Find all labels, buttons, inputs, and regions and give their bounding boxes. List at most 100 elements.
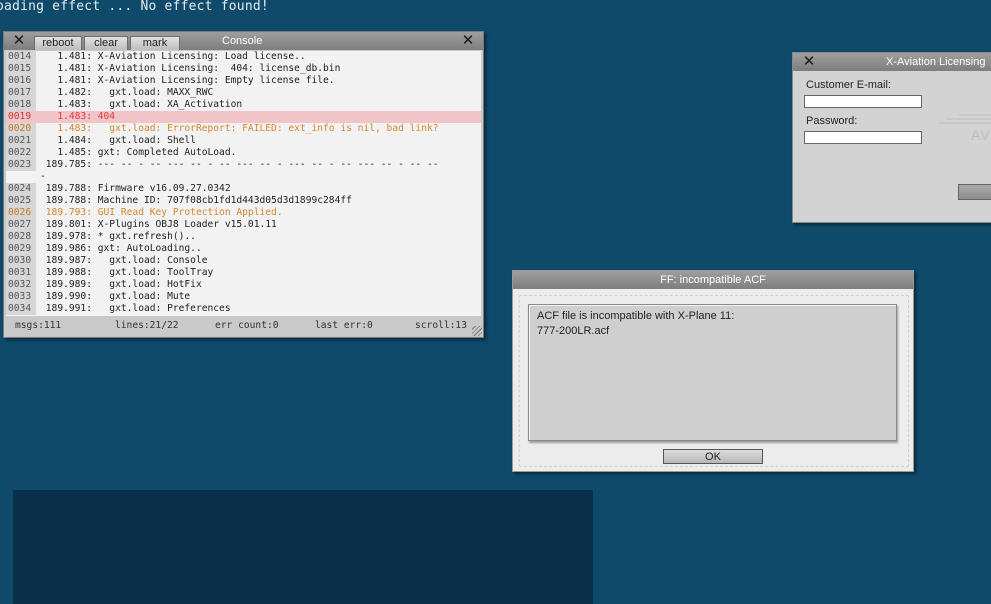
line-number: 0019 xyxy=(6,111,36,123)
log-text: 1.483: gxt.load: ErrorReport: FAILED: ex… xyxy=(40,123,439,134)
console-log[interactable]: 0014 1.481: X-Aviation Licensing: Load l… xyxy=(6,51,481,316)
log-text: 189.793: GUI Read Key Protection Applied… xyxy=(40,207,283,218)
line-number: 0021 xyxy=(6,135,36,147)
password-field[interactable] xyxy=(804,131,922,144)
log-row: 0019 1.483: 404 xyxy=(6,111,481,123)
log-row: 0015 1.481: X-Aviation Licensing: 404: l… xyxy=(6,63,481,75)
log-row: 0028 189.978: * gxt.refresh().. xyxy=(6,231,481,243)
licensing-titlebar[interactable]: ✕ X-Aviation Licensing xyxy=(793,53,991,71)
log-text: 189.987: gxt.load: Console xyxy=(40,255,208,266)
log-row: 0023 189.785: --- -- - -- --- -- - -- --… xyxy=(6,159,481,171)
line-number: 0022 xyxy=(6,147,36,159)
submit-button[interactable] xyxy=(958,184,991,200)
console-statusbar: msgs:111 lines:21/22 err count:0 last er… xyxy=(4,317,483,337)
log-row: 0026 189.793: GUI Read Key Protection Ap… xyxy=(6,207,481,219)
line-number: 0028 xyxy=(6,231,36,243)
reboot-button[interactable]: reboot xyxy=(34,36,82,50)
log-text: 1.483: gxt.load: XA_Activation xyxy=(40,99,243,110)
resize-grip[interactable] xyxy=(472,326,482,336)
clear-button[interactable]: clear xyxy=(84,36,128,50)
log-text: 189.988: gxt.load: ToolTray xyxy=(40,267,214,278)
line-number: 0014 xyxy=(6,51,36,63)
log-row: 0027 189.801: X-Plugins OBJ8 Loader v15.… xyxy=(6,219,481,231)
log-text: 189.785: --- -- - -- --- -- - -- --- -- … xyxy=(40,159,439,170)
log-row: 0022 1.485: gxt: Completed AutoLoad. xyxy=(6,147,481,159)
console-title: Console xyxy=(222,35,263,47)
console-window[interactable]: ✕ reboot clear mark Console ✕ 0014 1.481… xyxy=(3,31,484,338)
line-number: 0027 xyxy=(6,219,36,231)
dialog-titlebar[interactable]: FF: incompatible ACF xyxy=(513,271,913,289)
scroll-position: scroll:13 xyxy=(415,320,467,331)
log-row: 0016 1.481: X-Aviation Licensing: Empty … xyxy=(6,75,481,87)
line-number: 0024 xyxy=(6,183,36,195)
line-number: 0020 xyxy=(6,123,36,135)
line-number: 0032 xyxy=(6,279,36,291)
line-number: 0030 xyxy=(6,255,36,267)
lines-count: lines:21/22 xyxy=(115,320,179,331)
message-box: ACF file is incompatible with X-Plane 11… xyxy=(528,304,897,441)
ok-button[interactable]: OK xyxy=(663,449,763,464)
log-row: - xyxy=(6,171,481,183)
log-row: 0017 1.482: gxt.load: MAXX_RWC xyxy=(6,87,481,99)
log-text: 189.986: gxt: AutoLoading.. xyxy=(40,243,202,254)
log-row: 0030 189.987: gxt.load: Console xyxy=(6,255,481,267)
mark-button[interactable]: mark xyxy=(130,36,180,50)
log-text: 189.990: gxt.load: Mute xyxy=(40,291,191,302)
log-text: 189.978: * gxt.refresh().. xyxy=(40,231,196,242)
log-row: 0032 189.989: gxt.load: HotFix xyxy=(6,279,481,291)
log-row: 0021 1.484: gxt.load: Shell xyxy=(6,135,481,147)
log-text: 1.484: gxt.load: Shell xyxy=(40,135,196,146)
line-number: 0025 xyxy=(6,195,36,207)
message-line: ACF file is incompatible with X-Plane 11… xyxy=(537,310,735,322)
log-row: 0014 1.481: X-Aviation Licensing: Load l… xyxy=(6,51,481,63)
message-filename: 777-200LR.acf xyxy=(537,325,610,337)
line-number: 0033 xyxy=(6,291,36,303)
close-icon[interactable]: ✕ xyxy=(10,32,28,50)
licensing-window[interactable]: ✕ X-Aviation Licensing Customer E-mail: … xyxy=(792,52,991,223)
background-panel xyxy=(13,490,593,604)
dialog-title: FF: incompatible ACF xyxy=(660,274,766,286)
log-row: 0025 189.788: Machine ID: 707f08cb1fd1d4… xyxy=(6,195,481,207)
log-row: 0018 1.483: gxt.load: XA_Activation xyxy=(6,99,481,111)
log-text: 189.801: X-Plugins OBJ8 Loader v15.01.11 xyxy=(40,219,277,230)
log-text: 189.788: Firmware v16.09.27.0342 xyxy=(40,183,231,194)
log-text: 1.482: gxt.load: MAXX_RWC xyxy=(40,87,214,98)
log-text: 1.481: X-Aviation Licensing: Empty licen… xyxy=(40,75,335,86)
line-number: 0029 xyxy=(6,243,36,255)
log-text: 189.788: Machine ID: 707f08cb1fd1d443d05… xyxy=(40,195,352,206)
msgs-count: msgs:111 xyxy=(15,320,62,331)
log-row: 0024 189.788: Firmware v16.09.27.0342 xyxy=(6,183,481,195)
log-row: 0034 189.991: gxt.load: Preferences xyxy=(6,303,481,315)
log-text: 189.991: gxt.load: Preferences xyxy=(40,303,231,314)
line-number: 0031 xyxy=(6,267,36,279)
line-number: 0018 xyxy=(6,99,36,111)
log-text: 1.481: X-Aviation Licensing: 404: licens… xyxy=(40,63,341,74)
line-number: 0026 xyxy=(6,207,36,219)
log-text: 1.485: gxt: Completed AutoLoad. xyxy=(40,147,237,158)
line-number: 0016 xyxy=(6,75,36,87)
error-count: err count:0 xyxy=(215,320,279,331)
log-row: 0031 189.988: gxt.load: ToolTray xyxy=(6,267,481,279)
log-text: 1.481: X-Aviation Licensing: Load licens… xyxy=(40,51,306,62)
close-icon[interactable]: ✕ xyxy=(459,32,477,50)
line-number: 0034 xyxy=(6,303,36,315)
incompatible-dialog[interactable]: FF: incompatible ACF ACF file is incompa… xyxy=(512,270,914,472)
log-text: - xyxy=(40,171,46,182)
line-number: 0023 xyxy=(6,159,36,171)
log-row: 0029 189.986: gxt: AutoLoading.. xyxy=(6,243,481,255)
password-label: Password: xyxy=(806,115,858,127)
logo-text: AV xyxy=(971,127,991,143)
log-text: 189.989: gxt.load: HotFix xyxy=(40,279,202,290)
log-row: 0033 189.990: gxt.load: Mute xyxy=(6,291,481,303)
close-icon[interactable]: ✕ xyxy=(800,53,818,71)
last-error: last err:0 xyxy=(315,320,373,331)
log-row: 0020 1.483: gxt.load: ErrorReport: FAILE… xyxy=(6,123,481,135)
line-number: 0017 xyxy=(6,87,36,99)
log-text: 1.483: 404 xyxy=(40,111,116,122)
email-label: Customer E-mail: xyxy=(806,79,891,91)
email-field[interactable] xyxy=(804,95,922,108)
status-message: oading effect ... No effect found! xyxy=(0,0,269,14)
console-titlebar[interactable]: ✕ reboot clear mark Console ✕ xyxy=(4,32,483,50)
line-number: 0015 xyxy=(6,63,36,75)
licensing-title: X-Aviation Licensing xyxy=(886,56,986,68)
